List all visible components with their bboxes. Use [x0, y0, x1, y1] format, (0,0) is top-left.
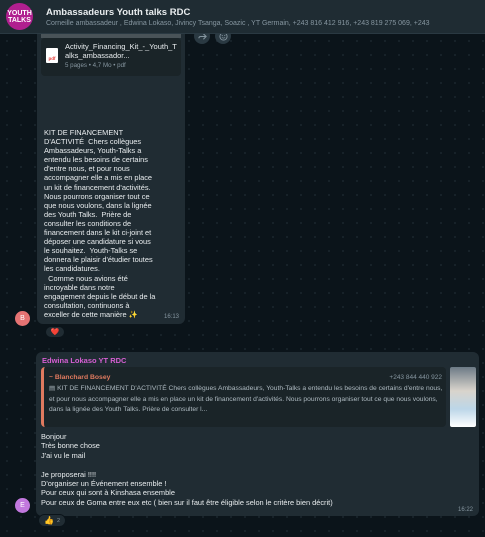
- thumbs-up-reaction-icon: 👍: [44, 516, 54, 525]
- document-meta: 5 pages • 4,7 Mo • pdf: [65, 62, 126, 69]
- sender-name[interactable]: Edwina Lokaso YT RDC: [42, 356, 126, 365]
- reaction-badge[interactable]: ❤️: [45, 326, 65, 338]
- emoji-icon: [218, 34, 228, 41]
- sender-avatar[interactable]: E: [15, 498, 30, 513]
- quoted-message[interactable]: ~ Blanchard Bosey +243 844 440 922 ▤ KIT…: [41, 367, 446, 427]
- header-text: Ambassadeurs Youth talks RDC Corneille a…: [46, 7, 430, 27]
- pdf-file-icon: pdf: [46, 48, 58, 63]
- message-bubble-document[interactable]: pdf Activity_Financing_Kit_-_Youth_Talks…: [37, 34, 185, 324]
- message-actions: [194, 34, 231, 44]
- participants-list: Corneille ambassadeur , Edwina Lokaso, J…: [46, 19, 430, 27]
- document-info: Activity_Financing_Kit_-_Youth_Talks_amb…: [65, 42, 177, 69]
- document-attachment[interactable]: pdf Activity_Financing_Kit_-_Youth_Talks…: [41, 38, 181, 76]
- document-name: Activity_Financing_Kit_-_Youth_Talks_amb…: [65, 42, 177, 60]
- quoted-sender: ~ Blanchard Bosey: [49, 374, 111, 381]
- message-text: Bonjour Très bonne chose J'ai vu le mail…: [41, 432, 333, 507]
- message-list[interactable]: pdf Activity_Financing_Kit_-_Youth_Talks…: [0, 34, 485, 537]
- message-time: 16:13: [163, 314, 179, 320]
- reaction-count: 2: [56, 517, 61, 524]
- sender-avatar[interactable]: B: [15, 311, 30, 326]
- heart-reaction-icon: ❤️: [50, 329, 60, 336]
- message-time: 16:22: [457, 507, 473, 513]
- quoted-text: ▤ KIT DE FINANCEMENT D'ACTIVITÉ Chers co…: [49, 385, 443, 413]
- chat-header[interactable]: YOUTH TALKS Ambassadeurs Youth talks RDC…: [0, 0, 485, 34]
- group-avatar[interactable]: YOUTH TALKS: [6, 3, 33, 30]
- message-bubble-reply[interactable]: Edwina Lokaso YT RDC ~ Blanchard Bosey +…: [36, 352, 479, 516]
- forward-button[interactable]: [194, 34, 210, 44]
- reaction-badge[interactable]: 👍 2: [38, 514, 67, 527]
- group-name: Ambassadeurs Youth talks RDC: [46, 6, 191, 18]
- quoted-thumbnail[interactable]: [450, 367, 476, 427]
- react-button[interactable]: [215, 34, 231, 44]
- forward-icon: [197, 34, 207, 40]
- quoted-phone: +243 844 440 922: [389, 374, 442, 381]
- message-text: KIT DE FINANCEMENT D'ACTIVITÉ Chers coll…: [44, 128, 156, 319]
